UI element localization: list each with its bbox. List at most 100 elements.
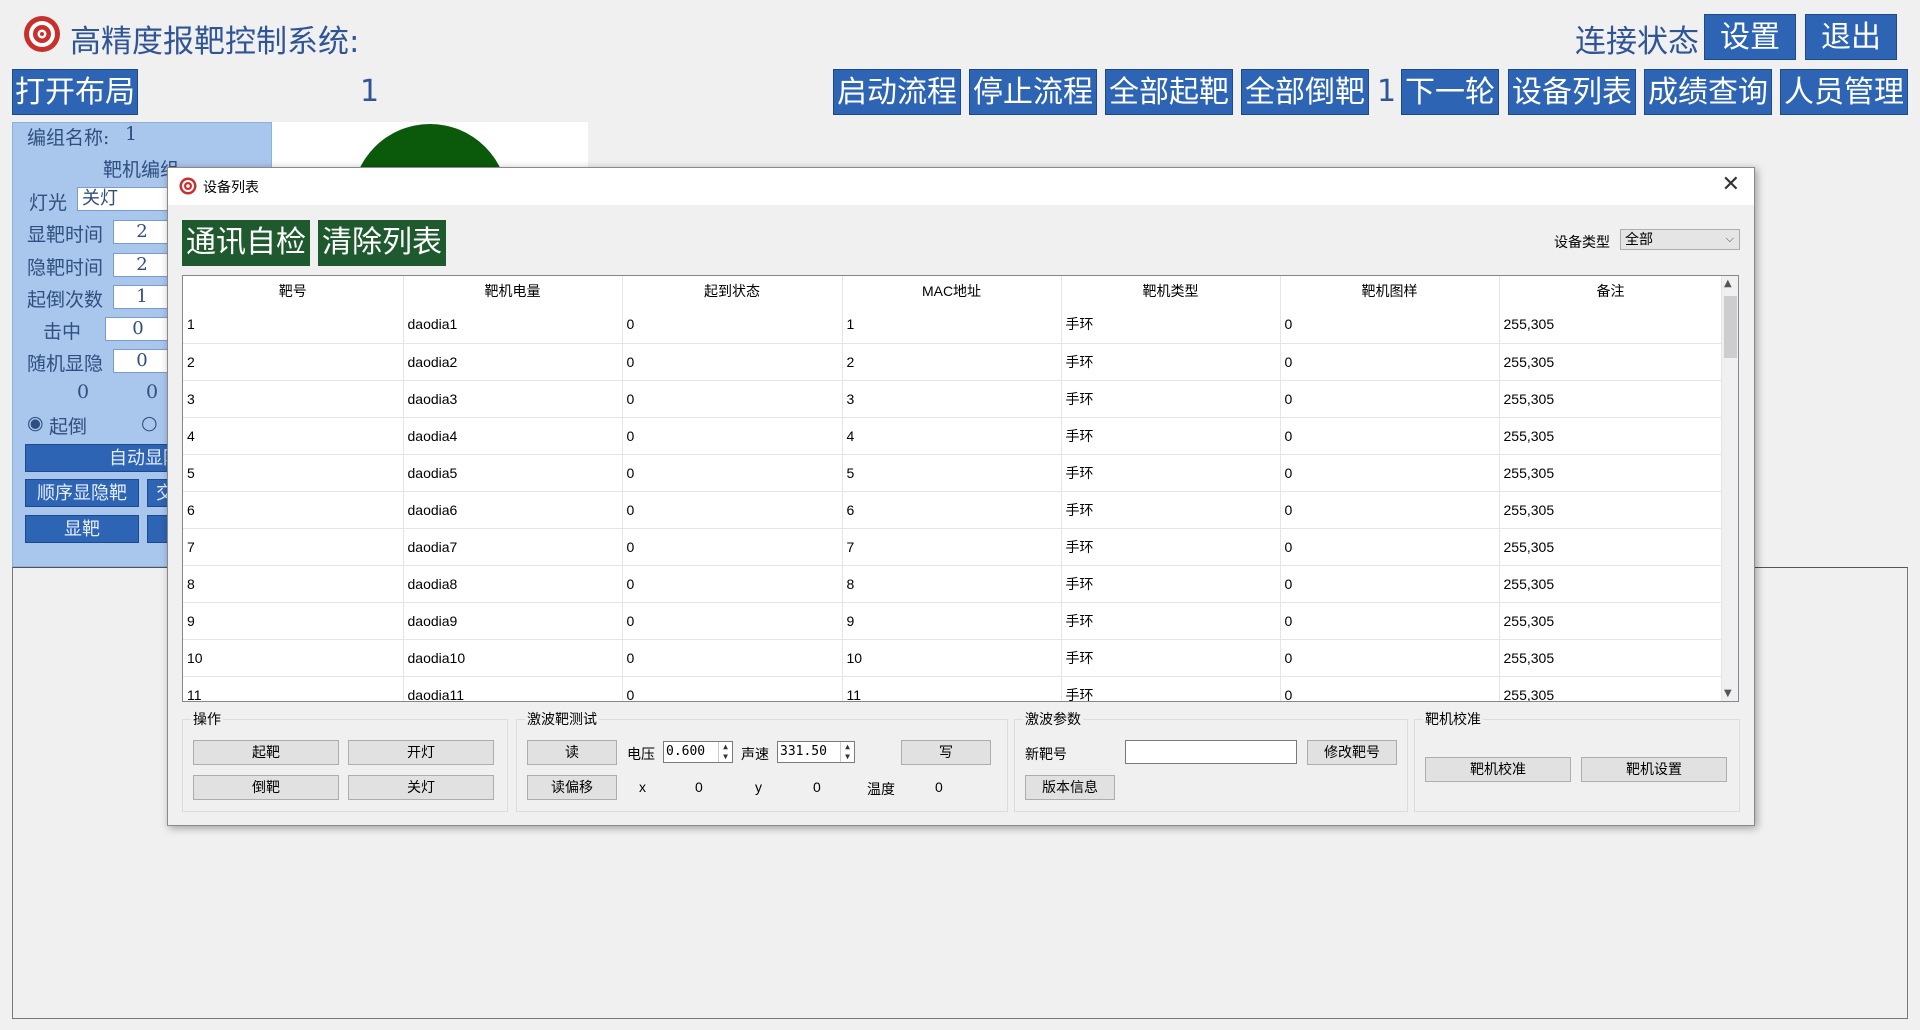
table-row[interactable]: 5 daodia5 0 5 手环 0 255,305 [183, 454, 1723, 492]
connection-status: 连接状态 [1575, 24, 1699, 60]
column-header[interactable]: 靶号 [183, 276, 404, 306]
column-header[interactable]: 起到状态 [622, 276, 843, 306]
table-cell: 0 [622, 380, 843, 418]
version-info-button[interactable]: 版本信息 [1025, 775, 1115, 800]
sound-speed-stepper[interactable]: 331.50 ▲ ▼ [777, 741, 855, 763]
read-offset-button[interactable]: 读偏移 [527, 775, 617, 800]
table-cell: 手环 [1061, 306, 1281, 344]
light-label: 灯光 [29, 192, 68, 214]
table-cell: 11 [842, 676, 1062, 701]
table-row[interactable]: 11 daodia11 0 11 手环 0 255,305 [183, 676, 1723, 701]
column-header[interactable]: 靶机类型 [1061, 276, 1281, 306]
fall-target-button[interactable]: 倒靶 [193, 775, 339, 800]
close-icon[interactable]: ✕ [1722, 172, 1740, 197]
table-cell: 手环 [1061, 676, 1281, 701]
zero-a: 0 [77, 381, 90, 403]
clear-list-button[interactable]: 清除列表 [318, 220, 446, 266]
table-cell: 9 [183, 602, 404, 640]
layout-number: 1 [360, 74, 380, 109]
table-cell: daodia9 [403, 602, 623, 640]
table-row[interactable]: 1 daodia1 0 1 手环 0 255,305 [183, 306, 1723, 344]
table-cell: 0 [622, 417, 843, 455]
table-cell: 2 [183, 343, 404, 381]
column-header[interactable]: 备注 [1499, 276, 1723, 306]
table-row[interactable]: 3 daodia3 0 3 手环 0 255,305 [183, 380, 1723, 418]
all-raise-button[interactable]: 全部起靶 [1105, 69, 1233, 115]
calibration-title: 靶机校准 [1423, 709, 1483, 729]
device-list-button[interactable]: 设备列表 [1508, 69, 1636, 115]
hide-time-input[interactable]: 2 [113, 253, 171, 277]
table-cell: 7 [183, 528, 404, 566]
table-cell: daodia1 [403, 306, 623, 344]
stepper-arrows-icon[interactable]: ▲ ▼ [840, 742, 854, 762]
table-row[interactable]: 6 daodia6 0 6 手环 0 255,305 [183, 491, 1723, 529]
table-cell: 8 [183, 565, 404, 603]
start-flow-button[interactable]: 启动流程 [833, 69, 961, 115]
table-cell: 10 [842, 639, 1062, 677]
stop-flow-button[interactable]: 停止流程 [969, 69, 1097, 115]
round-number: 1 [1377, 74, 1397, 109]
new-id-input[interactable] [1125, 740, 1297, 764]
scroll-thumb[interactable] [1724, 296, 1737, 358]
read-button[interactable]: 读 [527, 740, 617, 765]
exit-button[interactable]: 退出 [1805, 14, 1897, 60]
laser-params-title: 激波参数 [1023, 709, 1083, 729]
hit-input[interactable]: 0 [105, 317, 171, 341]
voltage-label: 电压 [627, 746, 655, 762]
raise-target-button[interactable]: 起靶 [193, 740, 339, 765]
scroll-up-icon[interactable]: ▲ [1724, 278, 1732, 289]
next-round-button[interactable]: 下一轮 [1401, 69, 1499, 115]
table-row[interactable]: 9 daodia9 0 9 手环 0 255,305 [183, 602, 1723, 640]
write-button[interactable]: 写 [901, 740, 991, 765]
light-off-button[interactable]: 关灯 [348, 775, 494, 800]
voltage-stepper[interactable]: 0.600 ▲ ▼ [663, 741, 733, 763]
radio-other-icon[interactable]: ○ [141, 412, 158, 434]
settings-button[interactable]: 设置 [1704, 14, 1796, 60]
target-settings-button[interactable]: 靶机设置 [1581, 757, 1727, 782]
laser-test-title: 激波靶测试 [525, 709, 599, 729]
table-row[interactable]: 4 daodia4 0 4 手环 0 255,305 [183, 417, 1723, 455]
score-query-button[interactable]: 成绩查询 [1644, 69, 1772, 115]
show-target-button[interactable]: 显靶 [25, 515, 139, 543]
open-layout-button[interactable]: 打开布局 [12, 69, 138, 115]
sequential-show-button[interactable]: 顺序显隐靶 [25, 479, 139, 507]
show-time-input[interactable]: 2 [113, 220, 171, 244]
table-cell: 手环 [1061, 417, 1281, 455]
modify-id-button[interactable]: 修改靶号 [1307, 740, 1397, 765]
table-cell: 0 [622, 639, 843, 677]
calibrate-button[interactable]: 靶机校准 [1425, 757, 1571, 782]
random-input[interactable]: 0 [113, 349, 171, 373]
column-header[interactable]: MAC地址 [842, 276, 1062, 306]
table-row[interactable]: 2 daodia2 0 2 手环 0 255,305 [183, 343, 1723, 381]
cycle-count-input[interactable]: 1 [113, 285, 171, 309]
column-header[interactable]: 靶机电量 [403, 276, 623, 306]
scroll-down-icon[interactable]: ▼ [1724, 688, 1732, 699]
y-label: y [755, 779, 762, 795]
comm-check-button[interactable]: 通讯自检 [182, 220, 310, 266]
show-time-label: 显靶时间 [27, 224, 104, 246]
table-scrollbar[interactable]: ▲ ▼ [1721, 276, 1738, 701]
table-cell: 4 [842, 417, 1062, 455]
column-header[interactable]: 靶机图样 [1280, 276, 1500, 306]
dialog-titlebar: 设备列表 ✕ [168, 168, 1754, 205]
light-on-button[interactable]: 开灯 [348, 740, 494, 765]
table-cell: 0 [1280, 343, 1500, 381]
laser-params-group: 激波参数 新靶号 修改靶号 版本信息 [1014, 709, 1408, 812]
all-fall-button[interactable]: 全部倒靶 [1241, 69, 1369, 115]
x-value: 0 [695, 779, 703, 795]
stepper-arrows-icon[interactable]: ▲ ▼ [718, 742, 732, 762]
table-cell: 0 [622, 528, 843, 566]
table-cell: 0 [622, 454, 843, 492]
table-cell: 255,305 [1499, 343, 1723, 381]
table-row[interactable]: 10 daodia10 0 10 手环 0 255,305 [183, 639, 1723, 677]
table-cell: 10 [183, 639, 404, 677]
light-select[interactable]: 关灯 [77, 187, 177, 211]
table-cell: daodia10 [403, 639, 623, 677]
device-type-select[interactable]: 全部 ⌵ [1620, 229, 1740, 250]
table-cell: 0 [622, 306, 843, 344]
radio-raise-icon[interactable]: ◉ [27, 412, 44, 434]
table-cell: 11 [183, 676, 404, 701]
personnel-button[interactable]: 人员管理 [1780, 69, 1908, 115]
table-row[interactable]: 8 daodia8 0 8 手环 0 255,305 [183, 565, 1723, 603]
table-row[interactable]: 7 daodia7 0 7 手环 0 255,305 [183, 528, 1723, 566]
